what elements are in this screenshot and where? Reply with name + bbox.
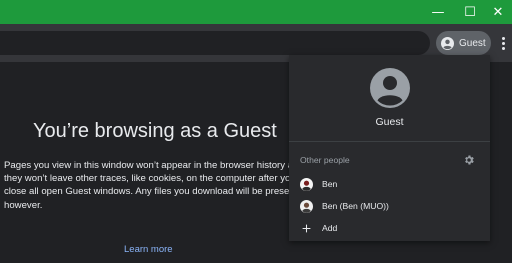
guest-description: Pages you view in this window won’t appe… — [4, 160, 311, 211]
current-profile-name: Guest — [375, 116, 404, 128]
profile-item-label: Ben (Ben (MUO)) — [322, 201, 389, 211]
menu-divider — [289, 141, 490, 142]
address-bar[interactable] — [0, 31, 430, 55]
learn-more-link[interactable]: Learn more — [124, 244, 173, 255]
profile-item-ben-muo[interactable]: Ben (Ben (MUO)) — [289, 195, 490, 217]
minimize-button[interactable]: — — [421, 0, 455, 24]
page-title: You’re browsing as a Guest — [33, 120, 277, 142]
add-profile-button[interactable]: Add — [289, 217, 490, 239]
close-window-button[interactable]: ✕ — [484, 0, 512, 24]
gear-icon[interactable] — [463, 154, 475, 166]
profile-avatar-icon — [300, 177, 313, 191]
profile-menu: Guest Other people Ben Ben (Ben (MUO)) A… — [289, 55, 490, 241]
profile-avatar-icon — [300, 199, 313, 213]
add-profile-label: Add — [322, 223, 338, 233]
title-bar: — ☐ ✕ — [0, 0, 512, 24]
profile-button[interactable]: Guest — [436, 31, 491, 55]
profile-item-ben[interactable]: Ben — [289, 173, 490, 195]
more-vert-icon[interactable] — [497, 31, 509, 55]
guest-avatar-large-icon — [369, 68, 410, 108]
maximize-button[interactable]: ☐ — [453, 0, 487, 24]
profile-button-label: Guest — [459, 37, 486, 49]
current-profile-header: Guest — [289, 55, 490, 140]
guest-avatar-icon — [441, 36, 454, 50]
plus-icon — [302, 224, 311, 232]
profile-item-label: Ben — [322, 179, 338, 189]
other-people-heading: Other people — [300, 155, 350, 165]
